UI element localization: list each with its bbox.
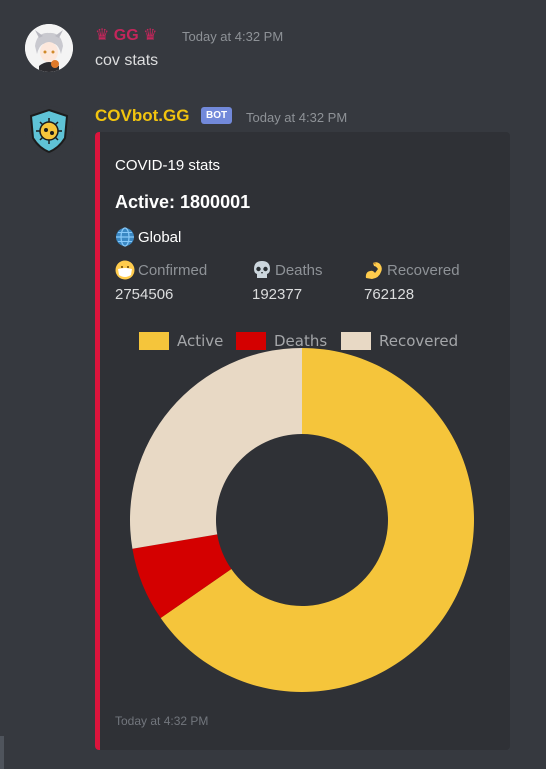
bot-tag: BOT <box>201 107 233 124</box>
field-name-text: Deaths <box>275 261 323 279</box>
message-content: cov stats <box>95 52 159 69</box>
embed-title: COVID-19 stats <box>115 157 221 174</box>
field-deaths-value: 192377 <box>252 286 303 303</box>
message-timestamp: Today at 4:32 PM <box>246 110 348 125</box>
field-confirmed-value: 2754506 <box>115 286 174 303</box>
skull-icon <box>252 260 272 280</box>
message-timestamp: Today at 4:32 PM <box>182 29 284 44</box>
field-recovered-name: Recovered <box>364 260 460 280</box>
globe-icon <box>115 227 135 247</box>
mask-face-icon <box>115 260 135 280</box>
user-avatar[interactable] <box>25 24 73 72</box>
embed-accent-bar <box>95 132 100 750</box>
field-deaths-name: Deaths <box>252 260 323 280</box>
embed-region: Global <box>115 227 181 247</box>
embed-active-count: Active: 1800001 <box>115 192 251 212</box>
chart-image[interactable]: Active Deaths Recovered <box>115 322 485 702</box>
field-confirmed-name: Confirmed <box>115 260 207 280</box>
field-name-text: Recovered <box>387 261 460 279</box>
donut-chart <box>130 348 474 692</box>
flexed-biceps-icon <box>364 260 384 280</box>
field-recovered-value: 762128 <box>364 286 415 303</box>
bot-username[interactable]: COVbot.GG <box>95 106 189 126</box>
region-label: Global <box>138 228 182 246</box>
donut-slice-recovered <box>130 348 302 549</box>
bot-avatar[interactable] <box>25 106 73 154</box>
embed-footer: Today at 4:32 PM <box>115 714 209 728</box>
field-name-text: Confirmed <box>138 261 208 279</box>
scroll-edge <box>0 736 4 769</box>
stats-embed: COVID-19 stats Active: 1800001 Global Co… <box>95 132 510 750</box>
username[interactable]: ♛ GG ♛ <box>95 25 157 45</box>
